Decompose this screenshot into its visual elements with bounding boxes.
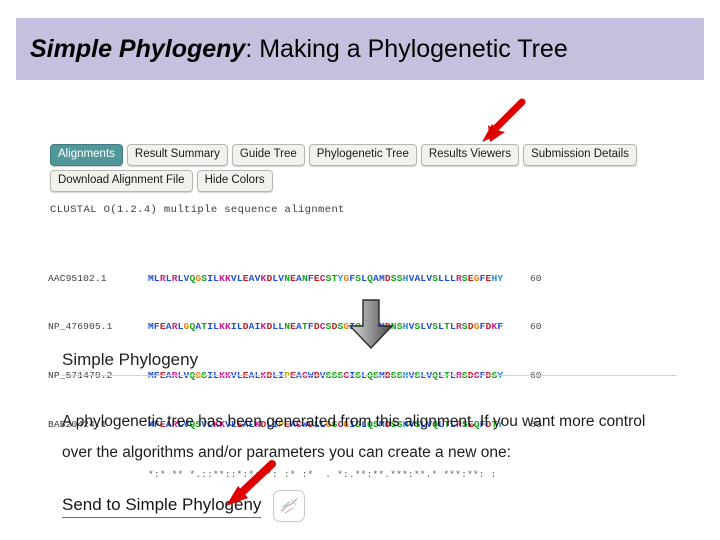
result-screenshot-panel: Alignments Result Summary Guide Tree Phy…: [0, 96, 720, 540]
sequence-position: 60: [520, 370, 542, 382]
tab-alignments[interactable]: Alignments: [50, 144, 123, 166]
alignment-row: AAC95102.1 MLRLRLVQGSILKKVLEAVKDLVNEANFE…: [48, 273, 542, 285]
result-tabs: Alignments Result Summary Guide Tree Phy…: [50, 144, 641, 166]
sequence-id: NP_571479.2: [48, 370, 148, 382]
slide-title-banner: Simple Phylogeny: Making a Phylogenetic …: [16, 18, 704, 80]
alignment-row: NP_476905.1 MFEARLGQATILKKILDAIKDLLNEATF…: [48, 321, 542, 333]
page-title-rest: : Making a Phylogenetic Tree: [245, 34, 568, 63]
conservation-line: *:* ** *.::**::*:*:**: :* :* . *:.**:**.…: [48, 469, 542, 481]
alignment-action-buttons: Download Alignment File Hide Colors: [50, 170, 277, 192]
sequence-residues: MLRLRLVQGSILKKVLEAVKDLVNEANFECSTYGFSLQAM…: [148, 272, 504, 284]
section-divider: [62, 375, 677, 376]
sequence-position: 60: [530, 321, 542, 333]
alignment-row: NP_571479.2 MFEARLVQGSILKKVLEALKDLIPEACW…: [48, 370, 542, 382]
gray-down-arrow-icon: [347, 298, 395, 350]
tab-submission-details[interactable]: Submission Details: [523, 144, 637, 166]
page-title: Simple Phylogeny: Making a Phylogenetic …: [16, 35, 568, 64]
tab-phylogenetic-tree[interactable]: Phylogenetic Tree: [308, 144, 417, 166]
download-alignment-file-button[interactable]: Download Alignment File: [50, 170, 193, 192]
hide-colors-button[interactable]: Hide Colors: [196, 170, 273, 192]
red-annotation-arrow-bottom: [218, 460, 278, 508]
sequence-position: 60: [530, 272, 542, 284]
sequence-residues: MFEARLVQGSILKKVLEALKDLIPEACWDVSSSCISLQSM…: [148, 370, 520, 382]
sequence-id: NP_476905.1: [48, 321, 113, 333]
section-paragraph: A phylogenetic tree has been generated f…: [62, 413, 646, 461]
tab-result-summary[interactable]: Result Summary: [126, 144, 228, 166]
page-title-emphasis: Simple Phylogeny: [30, 34, 246, 63]
sequence-id: AAC95102.1: [48, 272, 107, 284]
sequence-residues: MFEARLGQATILKKILDAIKDLLNEATFDCSDSGIQLQAM…: [148, 321, 504, 333]
tab-results-viewers[interactable]: Results Viewers: [420, 144, 520, 166]
conservation-symbols: *:* ** *.::**::*:*:**: :* :* . *:.**:**.…: [148, 468, 497, 480]
phylogenetic-tree-icon[interactable]: [273, 490, 306, 522]
red-annotation-arrow-top: [474, 98, 530, 144]
tab-guide-tree[interactable]: Guide Tree: [231, 144, 305, 166]
clustal-header-text: CLUSTAL O(1.2.4) multiple sequence align…: [50, 204, 345, 216]
section-heading: Simple Phylogeny: [62, 350, 199, 369]
